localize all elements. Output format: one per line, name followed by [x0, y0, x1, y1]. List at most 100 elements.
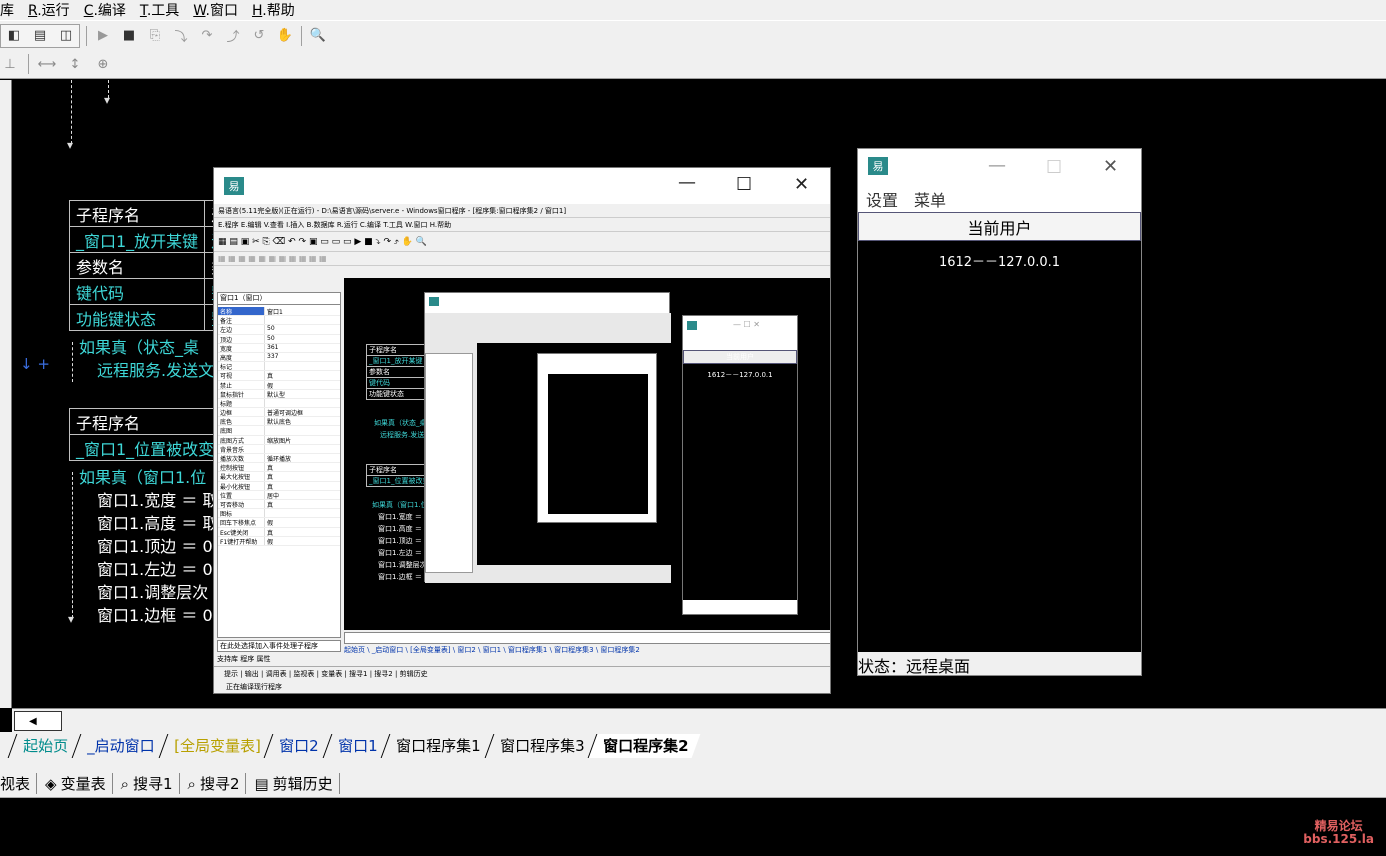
step-into-icon[interactable]: ⤵ [171, 26, 191, 46]
property-row[interactable]: 鼠标指针 默认型 [218, 389, 340, 399]
menu-item-library[interactable]: 库 [0, 0, 14, 20]
run-icon[interactable]: ▶ [93, 26, 113, 46]
property-row[interactable]: 高度 337 [218, 352, 340, 363]
layout-left-icon[interactable]: ◧ [4, 26, 24, 46]
table-cell[interactable]: _窗口1_位置被改变 [68, 434, 222, 461]
property-row[interactable]: 禁止假 [218, 380, 340, 390]
hand-icon[interactable]: ✋ [275, 26, 295, 46]
remote-property-panel[interactable]: 窗口1（窗口） 名称 窗口1 备注 左边 50 顶边 50 宽度 361 高度 337 标记 可视真禁止… [217, 292, 341, 638]
tab-7[interactable]: 窗口程序集2 [588, 734, 702, 758]
step-out-icon[interactable]: ⤴ [223, 26, 243, 46]
equal-size-icon[interactable]: ⊕ [93, 54, 113, 74]
tab-0[interactable]: 起始页 [7, 734, 81, 758]
tool-clip-history[interactable]: ▤ 剪辑历史 [254, 773, 340, 794]
property-row[interactable]: 控制按钮真 [218, 463, 340, 473]
equal-width-icon[interactable]: ⟷ [37, 54, 57, 74]
property-row[interactable]: 边框 普通可调边框 [218, 408, 340, 418]
code-line[interactable]: 如果真（窗口1.位 [79, 464, 206, 488]
layout-top-icon[interactable]: ▤ [30, 26, 50, 46]
property-row[interactable]: 宽度 361 [218, 343, 340, 353]
minimize-icon[interactable]: — [678, 172, 696, 193]
property-row[interactable]: 最小化按钮真 [218, 481, 340, 491]
tool-variable-table[interactable]: ◈ 变量表 [45, 773, 113, 794]
remote-ide-toolbar[interactable]: ▦ ▤ ▣ ✂ ⎘ ⌫ ↶ ↷ ▣ ▭ ▭ ▭ ▶ ■ ⤵ ↷ ⤴ ✋ 🔍 [214, 232, 830, 252]
code-line[interactable]: 窗口1.左边 ＝ 0 [97, 556, 213, 580]
scroll-left-button[interactable]: ◀ [14, 711, 62, 731]
close-icon[interactable]: ✕ [794, 174, 809, 195]
menu-item-tools[interactable]: T.工具 [140, 0, 179, 20]
property-row[interactable]: 底图 [218, 426, 340, 436]
run-to-cursor-icon[interactable]: ↺ [249, 26, 269, 46]
tool-view-table[interactable]: 视表 [0, 773, 38, 794]
find-icon[interactable]: 🔍 [308, 26, 328, 46]
maximize-icon[interactable]: ☐ [736, 174, 752, 195]
align-center-v-icon[interactable]: ⊥ [0, 54, 20, 74]
remote-ide-toolbar2[interactable]: ▦ ▦ ▦ ▦ ▦ ▦ ▦ ▦ ▦ ▦ ▦ [214, 252, 830, 266]
property-row[interactable]: 背景音乐 [218, 444, 340, 454]
tab-2[interactable]: [全局变量表] [158, 734, 273, 758]
window-titlebar[interactable]: 易 — ☐ ✕ [214, 168, 830, 204]
property-row[interactable]: 底色 默认底色 [218, 417, 340, 427]
property-row[interactable]: 标题 [218, 398, 340, 409]
code-line[interactable]: 如果真（状态_桌 [79, 334, 199, 358]
property-row[interactable]: F1键打开帮助假 [218, 536, 340, 546]
property-row[interactable]: 播放次数 循环播放 [218, 454, 340, 464]
tab-1[interactable]: _启动窗口 [71, 734, 167, 758]
remote-desktop-window[interactable]: 易 — ☐ ✕ 易语言(5.11完全版)(正在运行) - D:\易语言\源码\s… [213, 167, 831, 694]
menu-item-window[interactable]: W.窗口 [193, 0, 238, 20]
property-object-select[interactable]: 窗口1（窗口） [218, 293, 340, 305]
remote-code-editor[interactable]: 子程序名 _窗口1_放开某键 参数名 键代码 功能键状态 如果真（状态_桌 远程服务.发… [344, 278, 830, 630]
equal-height-icon[interactable]: ↕ [65, 54, 85, 74]
remote-panel-tabs[interactable]: 支持库 程序 属性 [217, 654, 341, 666]
property-row[interactable]: 顶边 50 [218, 334, 340, 344]
code-line[interactable]: 窗口1.调整层次 [97, 579, 208, 603]
menu-menu[interactable]: 菜单 [914, 187, 946, 211]
step-icon[interactable]: ⎘ [145, 26, 165, 46]
property-row[interactable]: 回车下移焦点假 [218, 518, 340, 528]
remote-ide-menu[interactable]: E.程序 E.编辑 V.查看 I.插入 B.数据库 R.运行 C.编译 T.工具… [214, 218, 830, 232]
horizontal-scrollbar[interactable]: ◀ [12, 708, 1386, 732]
property-row[interactable]: 标记 [218, 362, 340, 372]
event-select[interactable]: 在此处选择加入事件处理子程序 [217, 640, 341, 652]
property-row[interactable]: 左边 50 [218, 325, 340, 335]
property-row[interactable]: 底图方式 缩放图片 [218, 435, 340, 445]
menu-item-help[interactable]: H.帮助 [252, 0, 295, 20]
code-line[interactable]: 窗口1.宽度 ＝ 取 [97, 487, 218, 511]
stop-icon[interactable]: ■ [119, 26, 139, 46]
tab-6[interactable]: 窗口程序集3 [484, 734, 597, 758]
code-line[interactable]: 远程服务.发送文 [97, 357, 214, 381]
property-row[interactable]: 可视真 [218, 371, 340, 381]
property-row[interactable]: Esc键关闭真 [218, 527, 340, 537]
property-row[interactable]: 图标 [218, 509, 340, 519]
tab-5[interactable]: 窗口程序集1 [380, 734, 494, 758]
tab-3[interactable]: 窗口2 [263, 734, 332, 758]
list-item[interactable]: 1612－－127.0.0.1 [858, 251, 1141, 270]
user-list-window[interactable]: 易 — ☐ ✕ 设置 菜单 当前用户 1612－－127.0.0.1 状态：远程… [857, 148, 1142, 676]
close-icon[interactable]: ✕ [1103, 156, 1118, 177]
table-cell[interactable]: 功能键状态 [68, 304, 206, 331]
remote-hscroll[interactable] [344, 632, 830, 644]
property-row[interactable]: 名称 窗口1 [218, 307, 340, 317]
menu-item-run[interactable]: R.运行 [28, 0, 70, 20]
table-cell[interactable]: 键代码 [68, 278, 206, 305]
user-list[interactable]: 1612－－127.0.0.1 [858, 241, 1141, 652]
tool-search2[interactable]: ⌕ 搜寻2 [188, 773, 247, 794]
tool-search1[interactable]: ⌕ 搜寻1 [121, 773, 180, 794]
step-over-icon[interactable]: ↷ [197, 26, 217, 46]
menu-item-compile[interactable]: C.编译 [84, 0, 126, 20]
column-header-current-user[interactable]: 当前用户 [858, 212, 1141, 241]
property-row[interactable]: 备注 [218, 316, 340, 326]
remote-editor-tabs[interactable]: 起始页 \ _启动窗口 \ [全局变量表] \ 窗口2 \ 窗口1 \ 窗口程序… [344, 645, 830, 657]
table-cell[interactable]: _窗口1_放开某键 [68, 226, 206, 253]
menu-settings[interactable]: 设置 [866, 187, 898, 211]
property-row[interactable]: 最大化按钮真 [218, 472, 340, 482]
tab-4[interactable]: 窗口1 [322, 734, 390, 758]
code-line[interactable]: 窗口1.高度 ＝ 取 [97, 510, 218, 534]
property-row[interactable]: 位置 居中 [218, 490, 340, 500]
layout-split-icon[interactable]: ◫ [56, 26, 76, 46]
property-row[interactable]: 可否移动真 [218, 499, 340, 510]
code-line[interactable]: 窗口1.顶边 ＝ 0 [97, 533, 213, 557]
code-line[interactable]: 窗口1.边框 ＝ 0 [97, 602, 213, 626]
remote-screen[interactable]: 易语言(5.11完全版)(正在运行) - D:\易语言\源码\server.e … [214, 204, 830, 693]
minimize-icon[interactable]: — [988, 155, 1006, 176]
